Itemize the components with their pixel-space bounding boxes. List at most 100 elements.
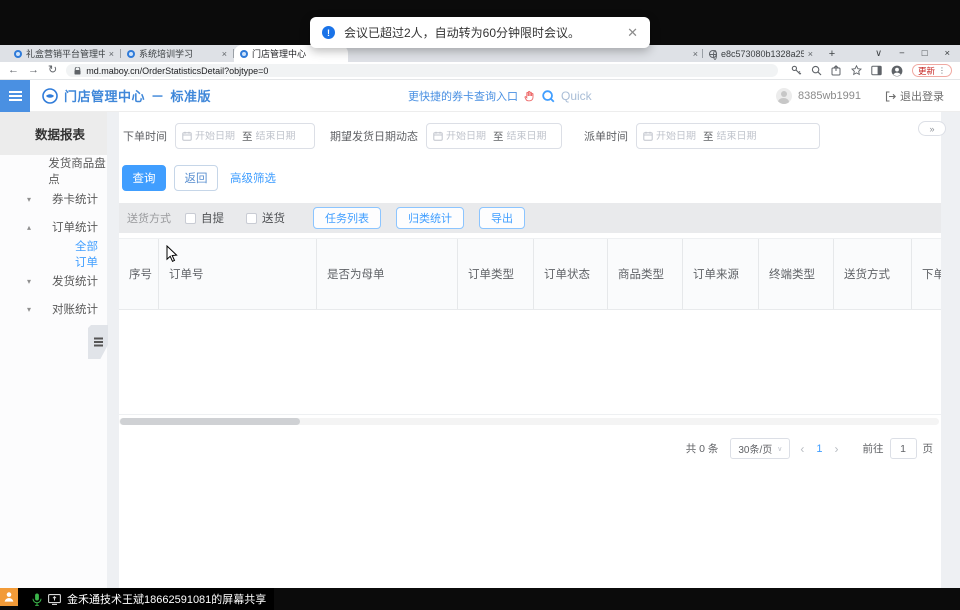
start-date-input[interactable] — [446, 131, 490, 142]
advanced-filter-link[interactable]: 高级筛选 — [230, 170, 276, 186]
sidebar-toggle-button[interactable] — [0, 80, 30, 112]
logout-button[interactable]: 退出登录 — [885, 88, 944, 104]
tab-favicon — [14, 50, 22, 58]
address-bar[interactable]: md.maboy.cn/OrderStatisticsDetail?objtyp… — [66, 64, 778, 77]
horizontal-scrollbar[interactable] — [119, 418, 939, 425]
order-time-range-picker[interactable]: 至 — [175, 123, 315, 149]
chevron-down-icon: ∨ — [777, 445, 782, 453]
delivery-checkbox[interactable] — [246, 213, 257, 224]
range-separator: 至 — [242, 129, 253, 144]
browser-menu-dots-icon[interactable]: ⋮ — [938, 66, 946, 75]
column-header-order-source[interactable]: 订单来源 — [683, 239, 759, 309]
column-header-delivery-mode[interactable]: 送货方式 — [834, 239, 912, 309]
coupon-query-entry-link[interactable]: 更快捷的券卡查询入口 — [408, 88, 518, 104]
end-date-input[interactable] — [256, 131, 300, 142]
password-key-icon[interactable] — [791, 65, 802, 76]
zoom-icon[interactable] — [811, 65, 822, 76]
user-box[interactable]: 8385wb1991 — [776, 88, 861, 104]
tab-close-icon[interactable]: × — [693, 49, 698, 59]
column-header-order-status[interactable]: 订单状态 — [534, 239, 608, 309]
start-date-input[interactable] — [195, 131, 239, 142]
start-date-input[interactable] — [656, 131, 700, 142]
app-edition: 标准版 — [171, 86, 212, 105]
tab-title: 门店管理中心 — [252, 47, 342, 60]
user-avatar — [776, 88, 792, 104]
next-page-button[interactable]: › — [835, 442, 839, 456]
share-icon[interactable] — [831, 65, 842, 76]
reload-icon[interactable]: ↻ — [48, 65, 57, 76]
self-pickup-checkbox[interactable] — [185, 213, 196, 224]
sidebar-item-order-stats[interactable]: ▴ 订单统计 — [0, 213, 107, 241]
tab-close-icon[interactable]: × — [222, 49, 227, 59]
quick-search-icon[interactable] — [542, 90, 555, 103]
globe-icon — [709, 50, 717, 58]
browser-tab-training[interactable]: 系统培训学习 × — [121, 45, 233, 62]
sidebar-item-label: 发货商品盘点 — [48, 155, 107, 187]
sidebar: 数据报表 发货商品盘点 ▾ 券卡统计 ▴ 订单统计 全部订单 — [0, 112, 107, 588]
sidebar-item-reconciliation-stats[interactable]: ▾ 对账统计 — [0, 295, 107, 323]
profile-avatar-icon[interactable] — [891, 65, 903, 77]
column-header-index[interactable]: 序号 — [119, 239, 159, 309]
export-button[interactable]: 导出 — [479, 207, 525, 229]
update-label: 更新 — [918, 65, 935, 77]
toast-close-icon[interactable]: ✕ — [627, 25, 638, 41]
browser-tab-gift-platform[interactable]: 礼盒营销平台管理中心 × — [8, 45, 120, 62]
sidebar-item-label: 全部订单 — [75, 238, 107, 270]
query-button[interactable]: 查询 — [122, 165, 166, 191]
scrollbar-thumb[interactable] — [120, 418, 300, 425]
tab-close-icon[interactable]: × — [109, 49, 114, 59]
column-header-product-type[interactable]: 商品类型 — [608, 239, 683, 309]
tab-title: 系统培训学习 — [139, 47, 218, 60]
pointer-hand-icon — [524, 90, 536, 102]
app-title: 门店管理中心 — [64, 86, 145, 105]
browser-tab-obscured[interactable]: × — [686, 45, 702, 62]
classified-stats-button[interactable]: 归类统计 — [396, 207, 464, 229]
sidebar-menu: 发货商品盘点 ▾ 券卡统计 ▴ 订单统计 全部订单 ▾ 发货统计 — [0, 155, 107, 323]
page-size-select[interactable]: 30条/页 ∨ — [730, 438, 790, 459]
info-icon: ! — [322, 26, 335, 39]
tab-favicon — [240, 50, 248, 58]
window-maximize-button[interactable]: □ — [922, 48, 928, 59]
self-pickup-label: 自提 — [201, 210, 224, 226]
mouse-cursor — [166, 245, 178, 263]
column-header-order-time[interactable]: 下单时间 — [912, 239, 941, 309]
participants-tile[interactable] — [0, 588, 18, 606]
bookmark-star-icon[interactable] — [851, 65, 862, 76]
logout-label: 退出登录 — [900, 88, 944, 104]
goto-page-input[interactable] — [890, 438, 917, 459]
filter-row: 下单时间 至 期望发货日期动态 至 派单时间 — [123, 121, 937, 151]
browser-tab-hash[interactable]: e8c573080b1328a258fd2e618 × — [703, 45, 819, 62]
actions-row: 查询 返回 高级筛选 — [122, 165, 276, 191]
current-page[interactable]: 1 — [816, 443, 822, 455]
expected-ship-date-range-picker[interactable]: 至 — [426, 123, 562, 149]
tab-close-icon[interactable]: × — [808, 49, 813, 59]
filter-expand-button[interactable]: » — [918, 121, 946, 136]
back-button[interactable]: 返回 — [174, 165, 218, 191]
column-header-order-type[interactable]: 订单类型 — [458, 239, 534, 309]
end-date-input[interactable] — [717, 131, 761, 142]
prev-page-button[interactable]: ‹ — [800, 442, 804, 456]
window-close-button[interactable]: × — [944, 48, 950, 59]
column-header-order-no[interactable]: 订单号 — [159, 239, 317, 309]
table-header: 序号 订单号 是否为母单 订单类型 订单状态 商品类型 订单来源 终端类型 送货… — [119, 238, 941, 310]
end-date-input[interactable] — [507, 131, 551, 142]
browser-update-button[interactable]: 更新 ⋮ — [912, 64, 952, 77]
sidebar-item-delivery-stats[interactable]: ▾ 发货统计 — [0, 267, 107, 295]
column-header-terminal-type[interactable]: 终端类型 — [759, 239, 834, 309]
sidebar-item-shipment-inventory[interactable]: 发货商品盘点 — [0, 157, 107, 185]
forward-icon[interactable]: → — [28, 65, 39, 76]
task-list-button[interactable]: 任务列表 — [313, 207, 381, 229]
side-panel-icon[interactable] — [871, 65, 882, 76]
dispatch-time-range-picker[interactable]: 至 — [636, 123, 820, 149]
new-tab-button[interactable]: + — [823, 45, 841, 62]
column-header-is-parent-order[interactable]: 是否为母单 — [317, 239, 458, 309]
window-minimize-button[interactable]: − — [899, 48, 905, 59]
app-logo-icon — [42, 88, 58, 104]
back-icon[interactable]: ← — [8, 65, 19, 76]
sidebar-item-all-orders-active[interactable]: 全部订单 — [0, 241, 107, 267]
tab-search-chevron-icon[interactable]: ∨ — [875, 48, 882, 59]
person-icon — [3, 591, 15, 603]
goto-label: 前往 — [863, 441, 884, 456]
sidebar-item-coupon-stats[interactable]: ▾ 券卡统计 — [0, 185, 107, 213]
sidebar-collapse-handle[interactable] — [88, 325, 108, 359]
